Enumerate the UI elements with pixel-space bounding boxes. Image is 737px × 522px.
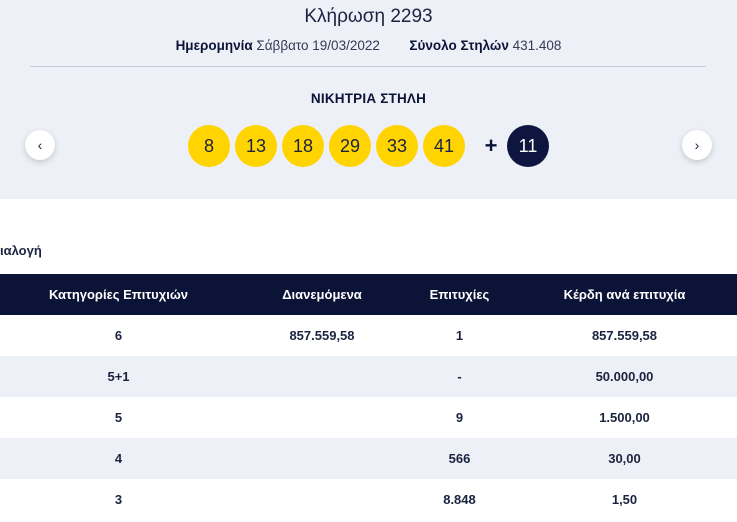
number-ball: 33 [376, 125, 418, 167]
cell-distributed: 857.559,58 [289, 328, 355, 343]
table-row: 4 566 30,00 [0, 438, 737, 479]
header-categories: Κατηγορίες Επιτυχιών [0, 274, 237, 315]
joker-ball: 11 [507, 125, 549, 167]
cell-prize: 50.000,00 [512, 356, 737, 397]
cell-distributed [237, 479, 407, 520]
cell-distributed [237, 356, 407, 397]
cell-category: 3 [114, 492, 123, 507]
plus-sign: + [484, 133, 498, 158]
header-winners: Επιτυχίες [407, 274, 512, 315]
number-ball: 8 [188, 125, 230, 167]
columns-label: Σύνολο Στηλών [409, 38, 509, 53]
date-label: Ημερομηνία [175, 38, 253, 53]
cell-distributed [237, 438, 407, 479]
next-draw-button[interactable]: › [682, 130, 712, 160]
section-label: ιαλογή [0, 243, 42, 258]
cell-winners: 1 [455, 328, 464, 343]
draw-title: Κλήρωση 2293 [304, 6, 433, 27]
cell-prize: 1.500,00 [599, 410, 650, 425]
cell-winners: 9 [455, 410, 464, 425]
header-distributed: Διανεμόμενα [237, 274, 407, 315]
cell-winners: - [407, 356, 512, 397]
table-row: 6 857.559,58 1 857.559,58 [0, 315, 737, 356]
cell-category: 5+1 [0, 356, 237, 397]
cell-category: 4 [0, 438, 237, 479]
number-ball: 13 [235, 125, 277, 167]
previous-draw-button[interactable]: ‹ [25, 130, 55, 160]
table-row: 3 8.848 1,50 [0, 479, 737, 520]
header-prize-per-winner: Κέρδη ανά επιτυχία [512, 274, 737, 315]
columns-value: 431.408 [512, 38, 562, 53]
chevron-left-icon: ‹ [37, 137, 43, 153]
cell-distributed [237, 397, 407, 438]
cell-category: 6 [114, 328, 123, 343]
winning-numbers: 8 13 18 29 33 41 + 11 [188, 125, 549, 167]
table-row: 5 9 1.500,00 [0, 397, 737, 438]
cell-prize: 1,50 [611, 492, 638, 507]
cell-winners: 8.848 [443, 492, 476, 507]
number-ball: 18 [282, 125, 324, 167]
cell-prize: 30,00 [512, 438, 737, 479]
cell-winners: 566 [407, 438, 512, 479]
date-value: Σάββατο 19/03/2022 [256, 38, 380, 53]
chevron-right-icon: › [694, 137, 700, 153]
prize-table: Κατηγορίες Επιτυχιών Διανεμόμενα Επιτυχί… [0, 274, 737, 520]
number-ball: 29 [329, 125, 371, 167]
table-row: 5+1 - 50.000,00 [0, 356, 737, 397]
cell-category: 5 [114, 410, 123, 425]
table-header-row: Κατηγορίες Επιτυχιών Διανεμόμενα Επιτυχί… [0, 274, 737, 315]
divider [30, 66, 706, 67]
winning-column-label: ΝΙΚΗΤΡΙΑ ΣΤΗΛΗ [310, 91, 427, 106]
draw-results-panel: Κλήρωση 2293 Ημερομηνία Σάββατο 19/03/20… [0, 0, 737, 199]
cell-prize: 857.559,58 [591, 328, 658, 343]
number-ball: 41 [423, 125, 465, 167]
draw-meta: Ημερομηνία Σάββατο 19/03/2022 Σύνολο Στη… [0, 38, 737, 53]
